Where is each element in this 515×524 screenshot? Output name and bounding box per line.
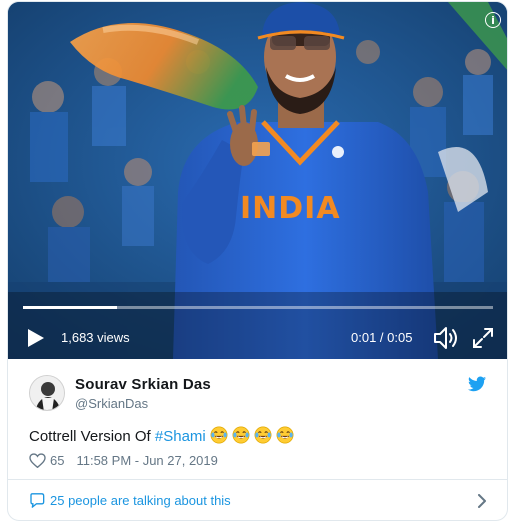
tears-of-joy-emoji [210, 426, 228, 444]
tweet-text: Cottrell Version Of #Shami [29, 426, 294, 445]
talking-count: 25 people are talking about this [50, 493, 231, 508]
video-time: 0:01 / 0:05 [351, 330, 413, 345]
view-count: 1,683 views [61, 330, 130, 345]
play-icon[interactable] [24, 327, 46, 349]
tears-of-joy-emoji [254, 426, 272, 444]
chevron-right-icon [478, 494, 486, 508]
tears-of-joy-emoji [276, 426, 294, 444]
volume-icon[interactable] [433, 326, 459, 350]
embedded-tweet-card: INDIA i 1,683 views 0:01 / 0:05 Sourav S… [7, 1, 508, 521]
fullscreen-icon[interactable] [472, 327, 494, 349]
tweet-meta: 65 11:58 PM - Jun 27, 2019 [29, 453, 218, 468]
tweet-author: Sourav Srkian Das @SrkianDas [8, 359, 507, 419]
video-controls: 1,683 views 0:01 / 0:05 [8, 317, 507, 359]
video-player[interactable]: INDIA i 1,683 views 0:01 / 0:05 [8, 2, 507, 359]
emoji-group [206, 426, 294, 445]
chat-bubble-icon [30, 493, 45, 508]
conversation-link[interactable]: 25 people are talking about this [8, 479, 507, 520]
twitter-bird-icon[interactable] [468, 376, 486, 392]
tears-of-joy-emoji [232, 426, 250, 444]
avatar[interactable] [29, 375, 65, 411]
info-icon[interactable]: i [485, 12, 501, 28]
heart-icon[interactable] [29, 453, 46, 468]
hashtag-link[interactable]: #Shami [155, 428, 206, 445]
tweet-text-body: Cottrell Version Of [29, 428, 155, 445]
video-progress-bar[interactable] [23, 306, 493, 309]
author-handle[interactable]: @SrkianDas [75, 396, 148, 411]
author-name[interactable]: Sourav Srkian Das [75, 376, 211, 393]
tweet-timestamp[interactable]: 11:58 PM - Jun 27, 2019 [76, 453, 217, 468]
svg-text:INDIA: INDIA [240, 191, 341, 226]
video-progress-fill [23, 306, 117, 309]
like-count[interactable]: 65 [50, 453, 64, 468]
